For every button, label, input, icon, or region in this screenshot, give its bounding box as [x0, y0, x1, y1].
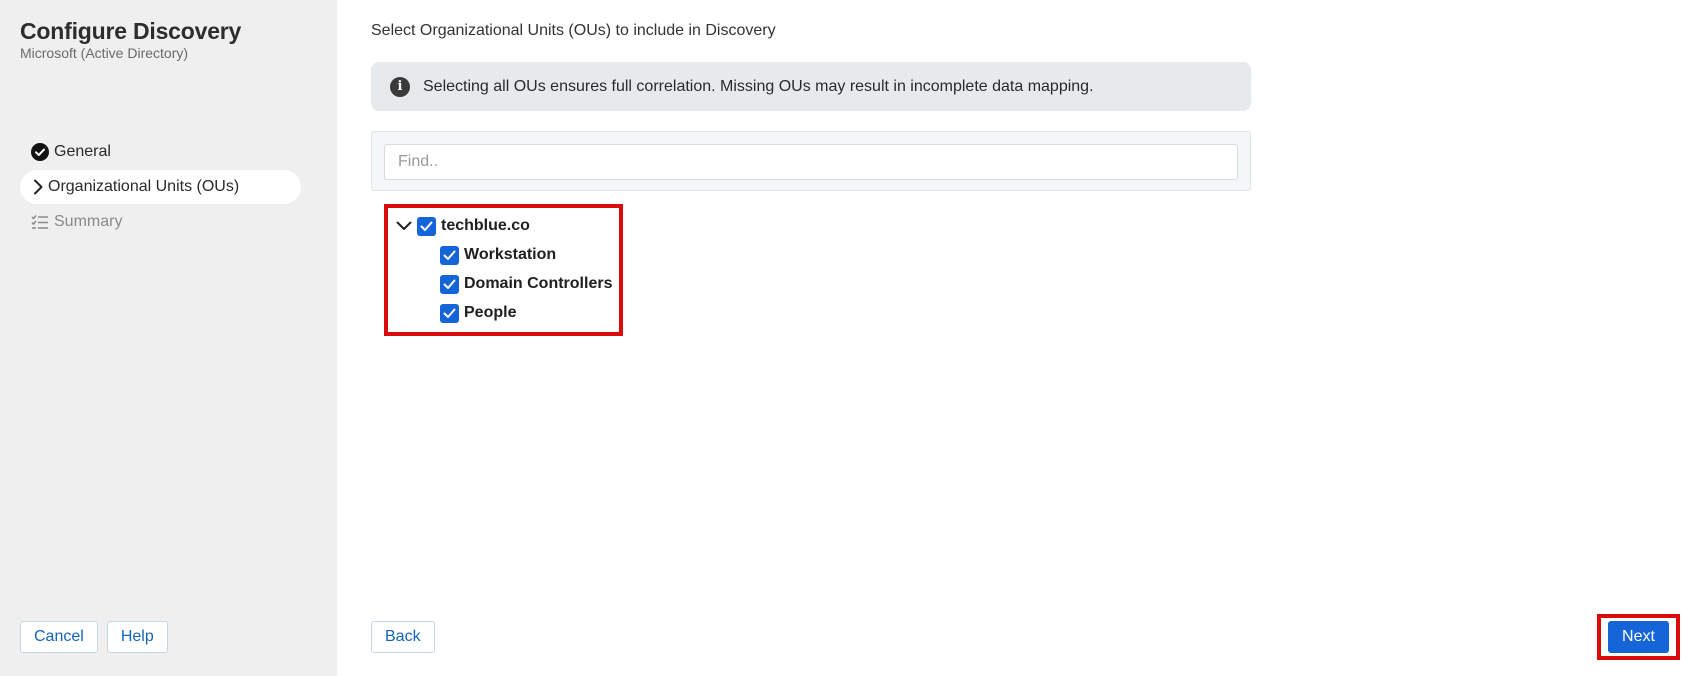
step-general[interactable]: General: [20, 135, 301, 169]
step-organizational-units[interactable]: Organizational Units (OUs): [20, 170, 301, 204]
tree-node-root: techblue.co: [395, 214, 530, 238]
tree-node: People: [440, 301, 516, 325]
info-banner: i Selecting all OUs ensures full correla…: [371, 62, 1251, 111]
find-input[interactable]: [384, 144, 1238, 180]
tree-node-label: People: [464, 304, 517, 321]
find-panel: [371, 131, 1251, 191]
back-button[interactable]: Back: [371, 621, 435, 653]
back-action: Back: [371, 621, 435, 653]
tree-checkbox[interactable]: [440, 303, 459, 323]
wizard-title: Configure Discovery: [20, 18, 242, 44]
page-heading: Select Organizational Units (OUs) to inc…: [371, 22, 776, 39]
configure-discovery-wizard: Configure Discovery Microsoft (Active Di…: [0, 0, 1688, 676]
help-button[interactable]: Help: [106, 621, 168, 653]
next-button[interactable]: Next: [1608, 621, 1669, 653]
check-icon: [443, 250, 456, 260]
cancel-button[interactable]: Cancel: [20, 621, 98, 653]
tree-checkbox-root[interactable]: [417, 216, 436, 236]
chevron-right-icon: [32, 178, 44, 196]
sidebar-actions: Cancel Help: [20, 621, 168, 653]
check-icon: [443, 308, 456, 318]
check-circle-icon: [31, 143, 49, 161]
tree-node: Domain Controllers: [440, 272, 612, 296]
info-icon: i: [390, 76, 410, 97]
tree-node: Workstation: [440, 243, 556, 267]
next-action: Next: [1597, 614, 1680, 660]
step-label: Organizational Units (OUs): [48, 178, 240, 195]
wizard-steps: General Organizational Units (OUs) Summa…: [20, 135, 301, 240]
chevron-down-icon[interactable]: [395, 217, 413, 235]
tree-node-label: Workstation: [464, 246, 557, 263]
wizard-subtitle: Microsoft (Active Directory): [20, 45, 189, 61]
step-label: Summary: [54, 213, 123, 230]
checklist-icon: [31, 213, 49, 231]
ou-tree: techblue.co Workstation Domain Controlle…: [384, 204, 623, 336]
tree-checkbox[interactable]: [440, 245, 459, 265]
tree-node-label: techblue.co: [441, 217, 530, 234]
step-label: General: [54, 143, 111, 160]
tree-node-label: Domain Controllers: [464, 275, 613, 292]
tree-checkbox[interactable]: [440, 274, 459, 294]
step-summary[interactable]: Summary: [20, 205, 301, 239]
wizard-sidebar: Configure Discovery Microsoft (Active Di…: [0, 0, 337, 676]
check-icon: [443, 279, 456, 289]
info-message: Selecting all OUs ensures full correlati…: [423, 77, 1094, 95]
check-icon: [420, 221, 433, 231]
